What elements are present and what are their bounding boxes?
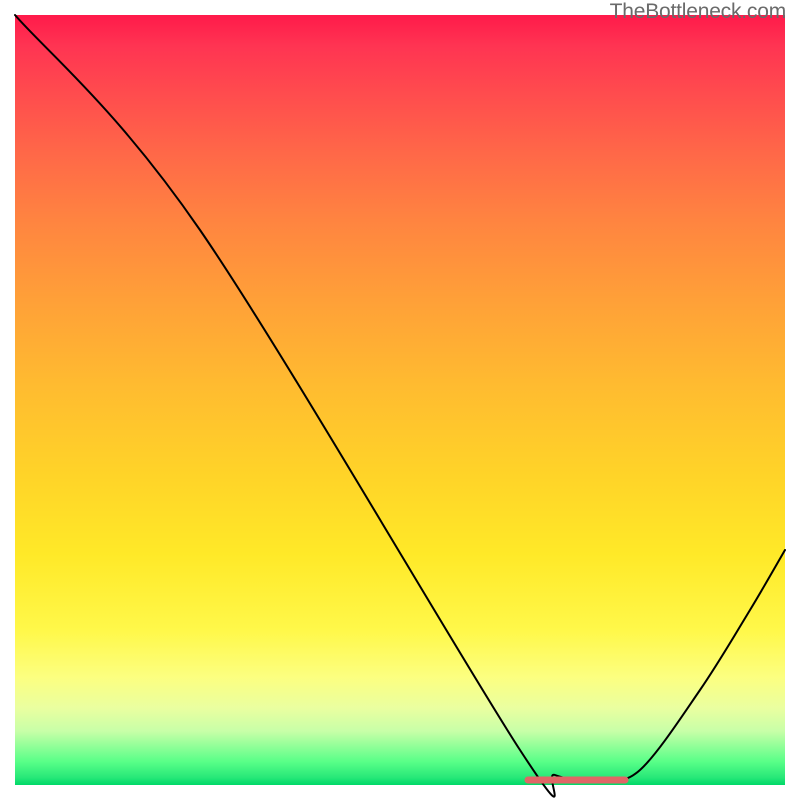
gradient-background (15, 15, 785, 785)
watermark-text: TheBottleneck.com (610, 0, 786, 24)
bottleneck-chart: TheBottleneck.com (0, 0, 800, 800)
